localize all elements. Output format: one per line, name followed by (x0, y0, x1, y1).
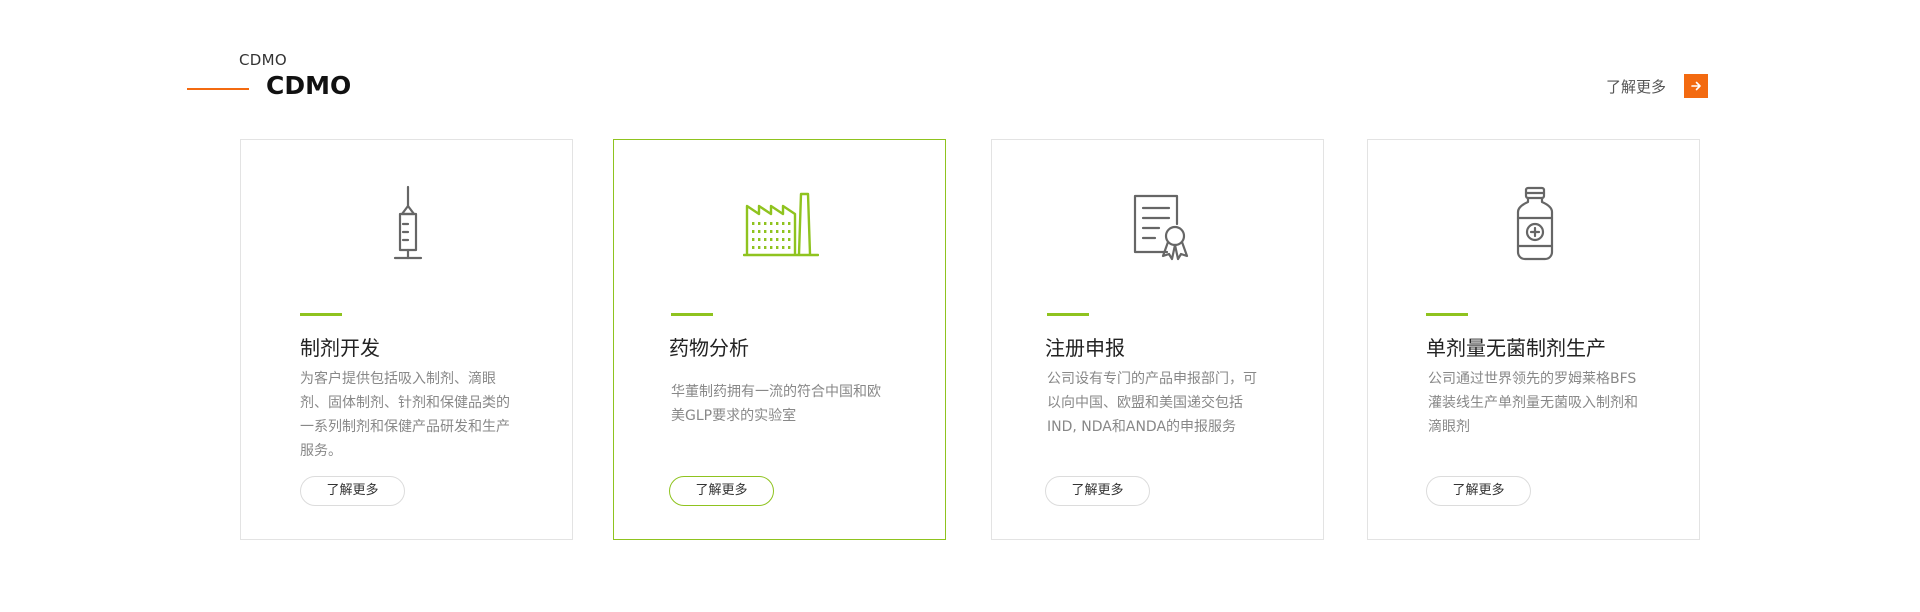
learn-more-button[interactable]: 了解更多 (300, 476, 405, 506)
service-card-formulation[interactable]: 制剂开发 为客户提供包括吸入制剂、滴眼剂、固体制剂、针剂和保健品类的一系列制剂和… (240, 139, 573, 540)
service-card-analysis[interactable]: 药物分析 华董制药拥有一流的符合中国和欧美GLP要求的实验室 了解更多 (613, 139, 946, 540)
section-title: CDMO (266, 71, 352, 100)
card-accent-line (671, 313, 713, 316)
card-title: 药物分析 (669, 336, 749, 360)
learn-more-button[interactable]: 了解更多 (669, 476, 774, 506)
title-accent-line (187, 88, 249, 90)
card-description: 华董制药拥有一流的符合中国和欧美GLP要求的实验室 (671, 384, 881, 424)
card-description: 为客户提供包括吸入制剂、滴眼剂、固体制剂、针剂和保健品类的一系列制剂和保健产品研… (300, 371, 510, 459)
arrow-right-icon[interactable] (1684, 74, 1709, 98)
more-link[interactable]: 了解更多 (1606, 74, 1709, 98)
section-header: CDMO CDMO 了解更多 (0, 0, 1920, 120)
medicine-bottle-icon (1368, 184, 1701, 264)
card-accent-line (1426, 313, 1468, 316)
card-description: 公司通过世界领先的罗姆莱格BFS灌装线生产单剂量无菌吸入制剂和滴眼剂 (1428, 371, 1638, 435)
card-accent-line (300, 313, 342, 316)
card-title: 单剂量无菌制剂生产 (1426, 336, 1606, 360)
card-title: 制剂开发 (300, 336, 380, 360)
learn-more-button[interactable]: 了解更多 (1045, 476, 1150, 506)
learn-more-button[interactable]: 了解更多 (1426, 476, 1531, 506)
card-title: 注册申报 (1045, 336, 1125, 360)
card-description: 公司设有专门的产品申报部门，可以向中国、欧盟和美国递交包括IND, NDA和AN… (1047, 371, 1257, 435)
certificate-icon (992, 184, 1325, 264)
service-card-sterile-production[interactable]: 单剂量无菌制剂生产 公司通过世界领先的罗姆莱格BFS灌装线生产单剂量无菌吸入制剂… (1367, 139, 1700, 540)
section-eyebrow: CDMO (239, 51, 287, 69)
syringe-icon (241, 184, 574, 264)
factory-icon (614, 184, 947, 264)
more-link-label: 了解更多 (1606, 77, 1667, 96)
card-accent-line (1047, 313, 1089, 316)
service-card-registration[interactable]: 注册申报 公司设有专门的产品申报部门，可以向中国、欧盟和美国递交包括IND, N… (991, 139, 1324, 540)
